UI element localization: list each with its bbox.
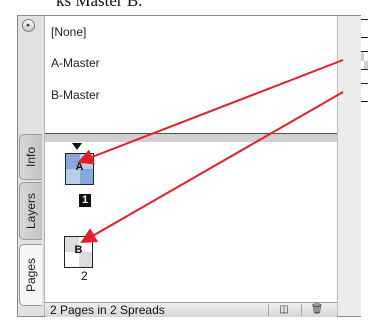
page-2-thumbnail[interactable]: B <box>64 236 93 268</box>
tab-info-label: Info <box>24 146 38 168</box>
spread-marker-icon <box>72 143 82 150</box>
pages-section: A 1 B 2 <box>45 142 337 302</box>
tab-info[interactable]: Info <box>19 134 42 180</box>
pages-panel: ▸ Info Layers Pages [None] A-Master B-Ma… <box>17 15 368 317</box>
status-bar: 2 Pages in 2 Spreads ◫ 🗑 <box>45 302 337 317</box>
caption-text: ks Master B. <box>56 0 143 10</box>
panel-menu-icon[interactable]: ▸ <box>22 19 35 32</box>
page-1-thumbnail[interactable]: A <box>65 153 94 185</box>
page-1-number: 1 <box>79 194 92 207</box>
vertical-scrollbar[interactable] <box>337 16 361 316</box>
tab-layers-label: Layers <box>24 192 38 230</box>
new-page-icon[interactable]: ◫ <box>268 304 299 316</box>
master-item-none[interactable]: [None] <box>51 25 86 39</box>
masters-section: [None] A-Master B-Master <box>45 16 368 133</box>
page-2-number: 2 <box>81 269 88 283</box>
master-item-b[interactable]: B-Master <box>51 88 100 102</box>
master-item-a[interactable]: A-Master <box>51 56 100 70</box>
tab-layers[interactable]: Layers <box>19 182 42 240</box>
page-1-master-prefix: A <box>75 161 84 173</box>
panel-tab-strip: ▸ Info Layers Pages <box>18 16 45 316</box>
trash-icon[interactable]: 🗑 <box>301 304 332 316</box>
page-2-master-prefix: B <box>74 244 83 256</box>
tab-pages[interactable]: Pages <box>19 244 42 306</box>
tab-pages-label: Pages <box>24 257 38 293</box>
status-text: 2 Pages in 2 Spreads <box>50 303 165 317</box>
